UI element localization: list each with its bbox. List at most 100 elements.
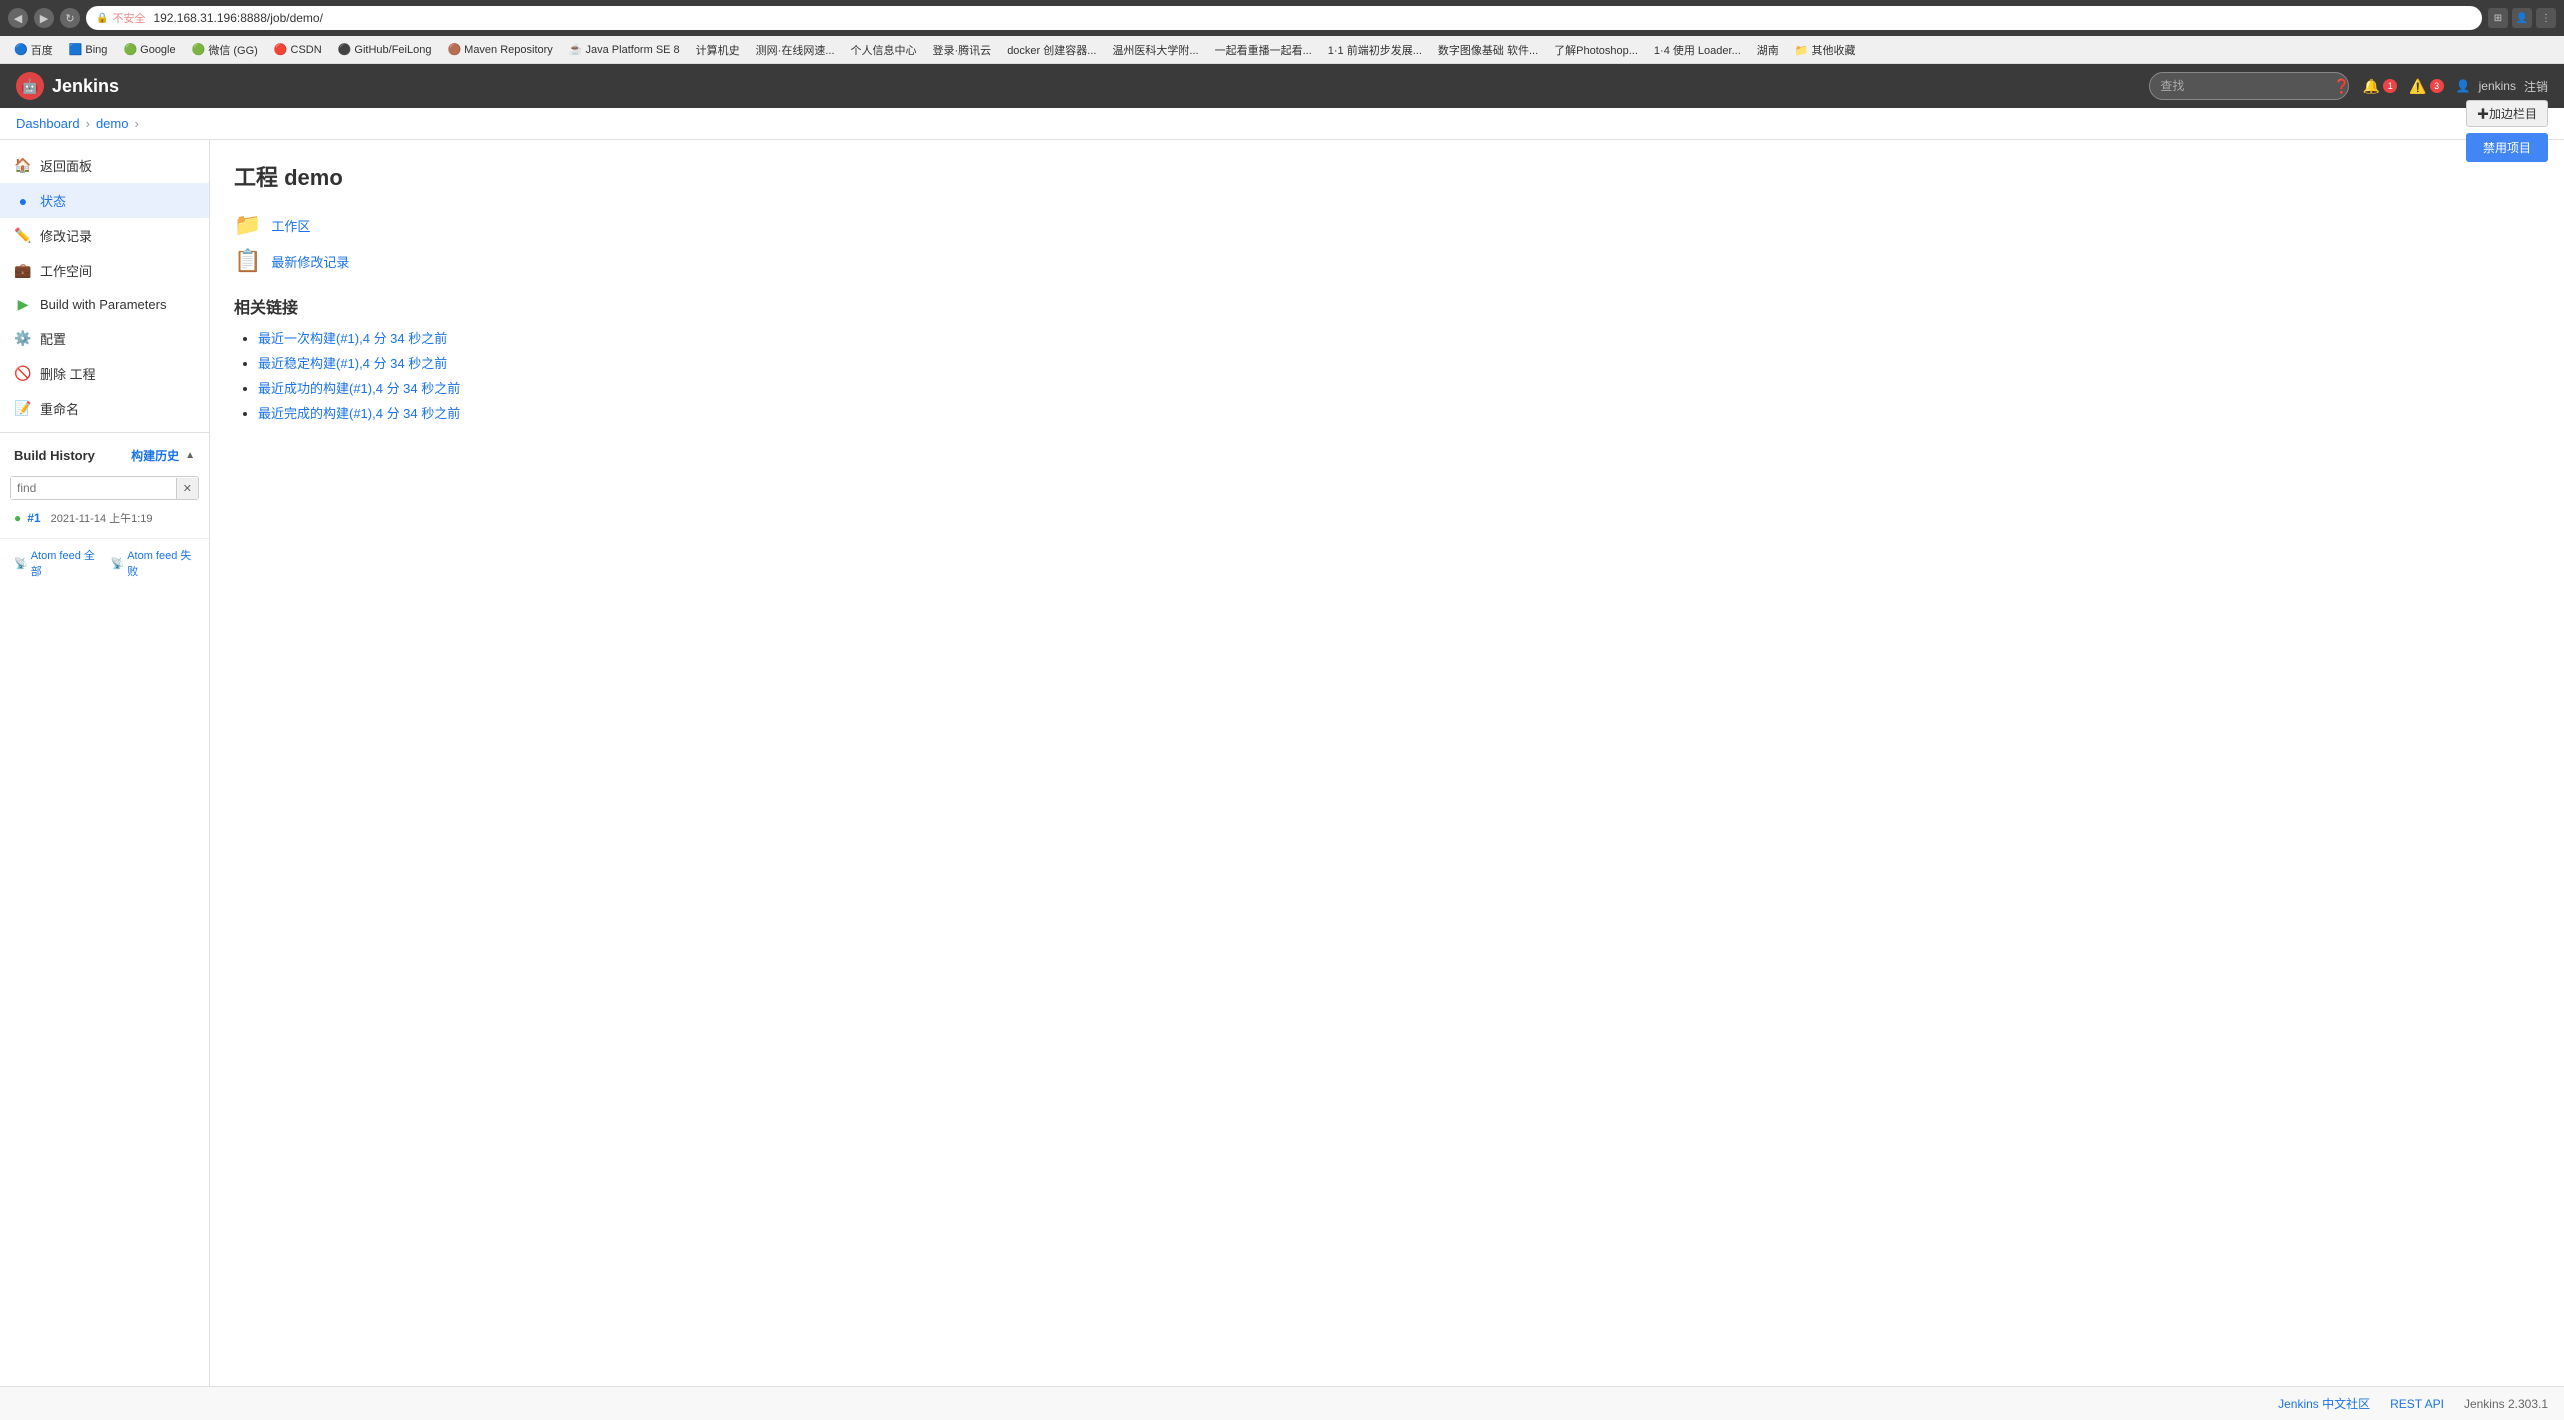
bookmark-github[interactable]: ⚫GitHub/FeiLong bbox=[332, 41, 438, 58]
bookmark-digital[interactable]: 数字图像基础 软件... bbox=[1432, 40, 1544, 60]
successful-build-link[interactable]: 最近成功的构建(#1),4 分 34 秒之前 bbox=[258, 381, 460, 396]
sidebar-item-delete[interactable]: 🚫 删除 工程 bbox=[0, 356, 209, 391]
error-badge[interactable]: ⚠️ 3 bbox=[2409, 78, 2443, 95]
bookmark-tencent[interactable]: 登录·腾讯云 bbox=[927, 40, 998, 60]
sidebar-item-configure[interactable]: ⚙️ 配置 bbox=[0, 321, 209, 356]
refresh-button[interactable]: ↻ bbox=[60, 8, 80, 28]
profile-btn[interactable]: 👤 bbox=[2512, 8, 2532, 28]
search-help-icon[interactable]: ❓ bbox=[2333, 78, 2350, 95]
sidebar-item-build-with-parameters[interactable]: ▶ Build with Parameters bbox=[0, 288, 209, 321]
bookmark-baidu[interactable]: 🔵百度 bbox=[8, 40, 59, 60]
changes-icon: ✏️ bbox=[14, 227, 32, 244]
sidebar-item-status[interactable]: ● 状态 bbox=[0, 183, 209, 218]
latest-build-link[interactable]: 最近一次构建(#1),4 分 34 秒之前 bbox=[258, 331, 447, 346]
bookmark-replay[interactable]: 一起看重播一起看... bbox=[1209, 40, 1318, 60]
changes-doc-icon: 📋 bbox=[234, 248, 261, 274]
username-label[interactable]: jenkins bbox=[2479, 79, 2516, 93]
topbar-actions: 🔔 1 ⚠️ 3 👤 jenkins 注销 bbox=[2363, 78, 2548, 95]
sidebar-label-changes: 修改记录 bbox=[40, 226, 92, 245]
build-search-button[interactable]: ✕ bbox=[176, 478, 198, 499]
bookmark-wenzhou[interactable]: 温州医科大学附... bbox=[1106, 40, 1204, 60]
breadcrumb-sep2: › bbox=[134, 116, 138, 131]
logout-label[interactable]: 注销 bbox=[2524, 78, 2548, 95]
main-layout: 🏠 返回面板 ● 状态 ✏️ 修改记录 💼 工作空间 ▶ Build with … bbox=[0, 140, 2564, 1386]
atom-feed-all[interactable]: 📡 Atom feed 全部 bbox=[14, 547, 99, 579]
sidebar-item-workspace[interactable]: 💼 工作空间 bbox=[0, 253, 209, 288]
sidebar-label-back: 返回面板 bbox=[40, 156, 92, 175]
bookmark-docker[interactable]: docker 创建容器... bbox=[1001, 40, 1102, 60]
back-button[interactable]: ◀ bbox=[8, 8, 28, 28]
build-item[interactable]: ● #1 2021-11-14 上午1:19 bbox=[0, 504, 209, 532]
configure-icon: ⚙️ bbox=[14, 330, 32, 347]
forward-button[interactable]: ▶ bbox=[34, 8, 54, 28]
footer-community-link[interactable]: Jenkins 中文社区 bbox=[2278, 1395, 2370, 1412]
search-input[interactable] bbox=[2149, 72, 2349, 100]
breadcrumb-demo[interactable]: demo bbox=[96, 116, 129, 131]
sidebar-label-workspace: 工作空间 bbox=[40, 261, 92, 280]
footer-version: Jenkins 2.303.1 bbox=[2464, 1397, 2548, 1411]
status-icon: ● bbox=[14, 193, 32, 209]
settings-btn[interactable]: ⋮ bbox=[2536, 8, 2556, 28]
build-status-success-icon: ● bbox=[14, 511, 21, 525]
rename-icon: 📝 bbox=[14, 400, 32, 417]
sidebar-item-rename[interactable]: 📝 重命名 bbox=[0, 391, 209, 426]
changes-link-item[interactable]: 📋 最新修改记录 bbox=[234, 248, 2540, 274]
atom-fail-icon: 📡 bbox=[111, 557, 125, 570]
sidebar-item-changes[interactable]: ✏️ 修改记录 bbox=[0, 218, 209, 253]
bookmark-java[interactable]: ☕Java Platform SE 8 bbox=[563, 41, 686, 58]
related-links-title: 相关链接 bbox=[234, 294, 2540, 318]
notification-bell[interactable]: 🔔 1 bbox=[2363, 78, 2397, 95]
build-history-controls: 构建历史 ▲ bbox=[131, 447, 195, 464]
url-text: 192.168.31.196:8888/job/demo/ bbox=[153, 11, 322, 25]
sidebar-item-back-to-dashboard[interactable]: 🏠 返回面板 bbox=[0, 148, 209, 183]
build-search-box: ✕ bbox=[10, 476, 199, 500]
search-bar: ❓ bbox=[2149, 72, 2350, 100]
bookmark-loader[interactable]: 1·4 使用 Loader... bbox=[1648, 40, 1747, 60]
atom-feed-bar: 📡 Atom feed 全部 📡 Atom feed 失败 bbox=[0, 538, 209, 587]
workspace-link[interactable]: 工作区 bbox=[271, 216, 310, 235]
breadcrumb-sep1: › bbox=[86, 116, 90, 131]
add-sidebar-button[interactable]: ✚加边栏目 bbox=[2466, 100, 2548, 127]
bookmark-frontend[interactable]: 1·1 前端初步发展... bbox=[1322, 40, 1428, 60]
atom-feed-fail-label: Atom feed 失败 bbox=[127, 547, 195, 579]
content-area: 工程 demo 📁 工作区 📋 最新修改记录 相关链接 最近一次构建(#1),4… bbox=[210, 140, 2564, 1386]
bookmark-netspeed[interactable]: 测网·在线网速... bbox=[750, 40, 841, 60]
bookmark-bing[interactable]: 🟦Bing bbox=[63, 41, 114, 58]
workspace-link-item[interactable]: 📁 工作区 bbox=[234, 212, 2540, 238]
atom-all-icon: 📡 bbox=[14, 557, 28, 570]
atom-feed-fail[interactable]: 📡 Atom feed 失败 bbox=[111, 547, 196, 579]
chevron-up-icon[interactable]: ▲ bbox=[185, 450, 195, 461]
build-search-input[interactable] bbox=[11, 477, 176, 499]
footer-rest-api-link[interactable]: REST API bbox=[2390, 1397, 2444, 1411]
bookmark-wechat[interactable]: 🟢微信 (GG) bbox=[186, 40, 264, 60]
latest-changes-link[interactable]: 最新修改记录 bbox=[271, 252, 349, 271]
list-item-successful: 最近成功的构建(#1),4 分 34 秒之前 bbox=[258, 378, 2540, 397]
build-history-header: Build History 构建历史 ▲ bbox=[0, 439, 209, 472]
bookmarks-bar: 🔵百度 🟦Bing 🟢Google 🟢微信 (GG) 🔴CSDN ⚫GitHub… bbox=[0, 36, 2564, 64]
url-bar[interactable]: 🔒 不安全 192.168.31.196:8888/job/demo/ bbox=[86, 6, 2482, 30]
extensions-btn[interactable]: ⊞ bbox=[2488, 8, 2508, 28]
bookmark-more[interactable]: 📁 其他收藏 bbox=[1789, 40, 1862, 60]
related-links-list: 最近一次构建(#1),4 分 34 秒之前 最近稳定构建(#1),4 分 34 … bbox=[234, 328, 2540, 422]
sidebar: 🏠 返回面板 ● 状态 ✏️ 修改记录 💼 工作空间 ▶ Build with … bbox=[0, 140, 210, 1386]
bookmark-google[interactable]: 🟢Google bbox=[117, 41, 181, 58]
bookmark-hunan[interactable]: 湖南 bbox=[1751, 40, 1785, 60]
build-history-link[interactable]: 构建历史 bbox=[131, 447, 179, 464]
links-grid: 📁 工作区 📋 最新修改记录 bbox=[234, 212, 2540, 274]
bookmark-maven[interactable]: 🟤Maven Repository bbox=[441, 41, 558, 58]
jenkins-topbar: 🤖 Jenkins ❓ 🔔 1 ⚠️ 3 👤 jenkins 注销 bbox=[0, 64, 2564, 108]
bookmark-cs[interactable]: 计算机史 bbox=[690, 40, 746, 60]
stable-build-link[interactable]: 最近稳定构建(#1),4 分 34 秒之前 bbox=[258, 356, 447, 371]
list-item-latest: 最近一次构建(#1),4 分 34 秒之前 bbox=[258, 328, 2540, 347]
sidebar-label-status: 状态 bbox=[40, 191, 66, 210]
user-icon: 👤 bbox=[2456, 79, 2471, 93]
list-item-completed: 最近完成的构建(#1),4 分 34 秒之前 bbox=[258, 403, 2540, 422]
bookmark-personal[interactable]: 个人信息中心 bbox=[845, 40, 923, 60]
build-date: 2021-11-14 上午1:19 bbox=[51, 510, 153, 526]
completed-build-link[interactable]: 最近完成的构建(#1),4 分 34 秒之前 bbox=[258, 406, 460, 421]
bookmark-csdn[interactable]: 🔴CSDN bbox=[268, 41, 328, 58]
jenkins-logo: 🤖 Jenkins bbox=[16, 72, 119, 100]
disable-project-button[interactable]: 禁用项目 bbox=[2466, 133, 2548, 162]
bookmark-photoshop[interactable]: 了解Photoshop... bbox=[1548, 40, 1644, 60]
breadcrumb-dashboard[interactable]: Dashboard bbox=[16, 116, 80, 131]
